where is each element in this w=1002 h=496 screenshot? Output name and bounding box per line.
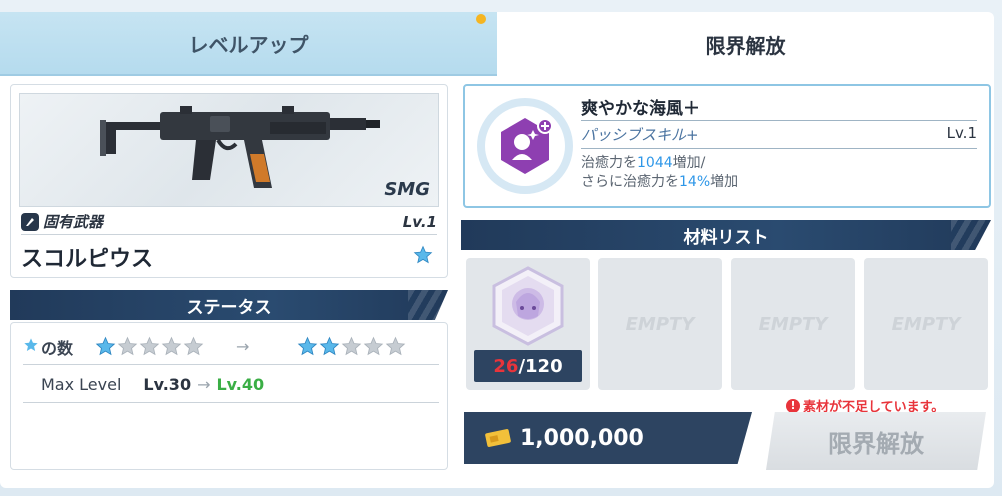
- empty-label: EMPTY: [891, 313, 961, 335]
- stars-before: [95, 336, 204, 357]
- tab-limit-break[interactable]: 限界解放: [497, 12, 994, 76]
- max-level-to: Lv.40: [216, 375, 265, 394]
- materials-header-label: 材料リスト: [683, 227, 769, 248]
- cost-amount: 1,000,000: [520, 425, 644, 451]
- star-empty-icon: [117, 336, 138, 356]
- smg-weapon-icon: [100, 106, 380, 188]
- star-count-row: の数 →: [23, 329, 439, 365]
- star-filled-icon: [95, 336, 116, 356]
- skill-icon-frame: [477, 98, 573, 194]
- material-slot-1[interactable]: 26 /120: [466, 258, 590, 390]
- limit-break-button-label: 限界解放: [828, 429, 924, 458]
- skill-divider: [581, 120, 977, 121]
- max-level-row: Max Level Lv.30 → Lv.40: [23, 367, 439, 403]
- material-count: 26 /120: [474, 350, 582, 382]
- skill-desc-text: さらに治癒力を: [581, 174, 679, 190]
- star-empty-icon: [139, 336, 160, 356]
- warning-icon: !: [786, 398, 800, 413]
- star-count-label: の数: [41, 338, 74, 358]
- limit-break-button[interactable]: 限界解放: [766, 412, 986, 470]
- weapon-level: Lv.1: [402, 212, 437, 231]
- weapon-image: SMG: [19, 93, 439, 207]
- weapon-card: SMG 固有武器 Lv.1 スコルピウス: [10, 84, 448, 278]
- skill-desc-value: 1044: [637, 155, 673, 171]
- cost-bar: 1,000,000: [464, 412, 752, 464]
- weapon-category: 固有武器: [43, 213, 104, 231]
- skill-desc-text: 増加/: [672, 155, 706, 171]
- skill-divider-2: [581, 148, 977, 149]
- material-need: /120: [518, 355, 563, 377]
- skill-name: 爽やかな海風＋: [581, 99, 700, 119]
- credit-icon: [485, 429, 511, 447]
- star-empty-icon: [161, 336, 182, 356]
- star-filled-icon: [320, 336, 340, 356]
- materials-header: 材料リスト: [461, 220, 991, 250]
- tab-limit-break-label: 限界解放: [705, 33, 786, 58]
- material-slot-4: EMPTY: [864, 258, 988, 390]
- max-level-label: Max Level: [41, 375, 122, 394]
- weapon-star-icon: [413, 245, 433, 269]
- skill-type-row: パッシブスキル+ Lv.1: [581, 124, 977, 145]
- material-slot-3: EMPTY: [731, 258, 855, 390]
- notification-dot: [476, 14, 486, 24]
- passive-skill-icon: [501, 118, 553, 174]
- star-empty-icon: [364, 336, 384, 356]
- material-slot-2: EMPTY: [598, 258, 722, 390]
- star-count-icon: [23, 337, 39, 357]
- max-level-arrow: →: [197, 375, 211, 394]
- skill-desc-value: 14%: [679, 174, 711, 190]
- arrow-icon: →: [236, 337, 250, 356]
- star-empty-icon: [386, 336, 406, 356]
- skill-desc-text: 治癒力を: [581, 155, 637, 171]
- skill-type: パッシブスキル+: [581, 126, 699, 144]
- tab-levelup[interactable]: レベルアップ: [0, 12, 497, 76]
- stars-after: [297, 336, 406, 357]
- weapon-meta-row: 固有武器 Lv.1: [21, 209, 437, 235]
- skill-level: Lv.1: [946, 124, 977, 142]
- unique-weapon-icon: [21, 212, 39, 231]
- star-filled-icon: [298, 336, 318, 356]
- empty-label: EMPTY: [625, 313, 695, 335]
- skill-desc-text: 増加: [710, 174, 739, 190]
- status-header: ステータス: [10, 290, 448, 320]
- skill-description: 治癒力を1044増加/ さらに治癒力を14%増加: [581, 154, 738, 192]
- star-empty-icon: [342, 336, 362, 356]
- status-box: の数 → Max Level Lv.30 → Lv.40: [10, 322, 448, 470]
- max-level-from: Lv.30: [143, 375, 192, 394]
- tab-levelup-label: レベルアップ: [188, 32, 309, 57]
- empty-label: EMPTY: [758, 313, 828, 335]
- weapon-name: スコルピウス: [21, 247, 154, 272]
- weapon-type: SMG: [384, 179, 430, 200]
- material-item-icon: [492, 266, 564, 346]
- star-empty-icon: [183, 336, 204, 356]
- status-header-label: ステータス: [186, 297, 272, 318]
- skill-card: 爽やかな海風＋ パッシブスキル+ Lv.1 治癒力を1044増加/ さらに治癒力…: [463, 84, 991, 208]
- material-have: 26: [493, 355, 519, 377]
